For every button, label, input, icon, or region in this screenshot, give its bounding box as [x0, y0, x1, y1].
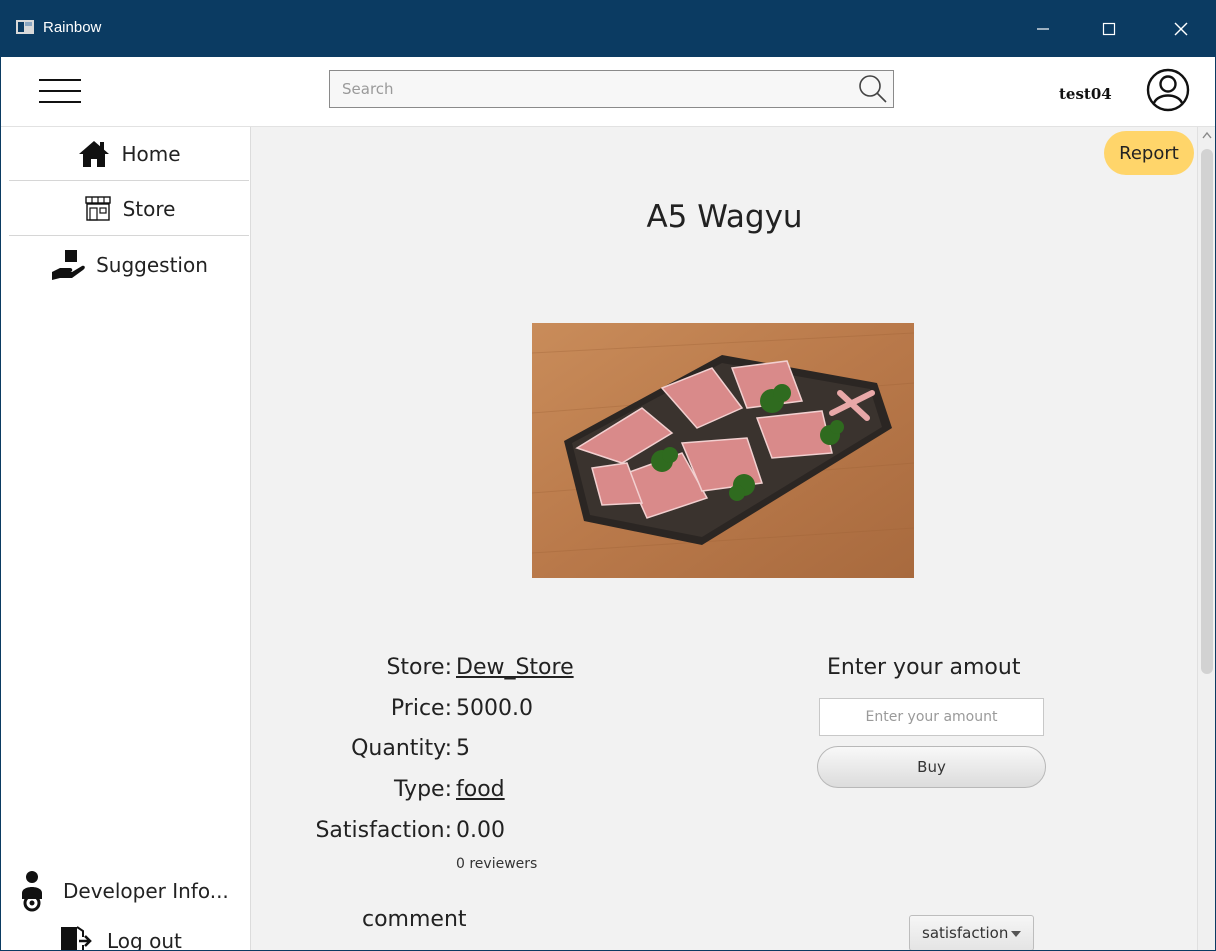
app-icon [16, 20, 34, 34]
app-window: Rainbow test04 [0, 0, 1216, 951]
top-bar: test04 [1, 57, 1215, 127]
sidebar-item-label: Home [121, 141, 181, 166]
user-avatar-icon[interactable] [1145, 67, 1191, 113]
close-button[interactable] [1152, 1, 1210, 57]
hamburger-icon [39, 79, 81, 81]
sort-select[interactable]: satisfaction [909, 915, 1034, 950]
hand-gift-icon [52, 250, 85, 280]
report-button[interactable]: Report [1104, 131, 1194, 175]
close-icon [1174, 22, 1188, 36]
username-label: test04 [1059, 85, 1112, 103]
sidebar-item-home[interactable]: Home [9, 127, 249, 181]
developer-icon [22, 871, 42, 912]
scrollbar-thumb[interactable] [1201, 149, 1213, 674]
price-label: Price: [390, 696, 452, 721]
product-title: A5 Wagyu [646, 199, 803, 235]
sidebar-item-label: Store [122, 196, 176, 221]
logout-label: Log out [107, 929, 182, 951]
minimize-button[interactable] [1014, 1, 1072, 57]
maximize-icon [1102, 22, 1116, 36]
price-value: 5000.0 [456, 696, 533, 721]
amount-input[interactable] [819, 698, 1044, 736]
scroll-up-icon[interactable] [1198, 127, 1216, 145]
buy-button[interactable]: Buy [817, 746, 1046, 788]
logout-button[interactable]: Log out [15, 917, 251, 951]
sidebar-item-developer-info[interactable]: Developer Info... [15, 867, 251, 915]
comment-label: comment [362, 907, 467, 932]
maximize-button[interactable] [1080, 1, 1138, 57]
window-title: Rainbow [43, 19, 102, 36]
search-box [329, 70, 894, 108]
home-icon [79, 140, 110, 167]
store-icon [84, 195, 111, 221]
satisfaction-value: 0.00 [456, 818, 505, 843]
product-detail-panel: Report A5 Wagyu Store: Dew_Store Price: … [252, 127, 1197, 950]
type-link[interactable]: food [456, 777, 505, 802]
logout-icon [61, 926, 92, 950]
satisfaction-label: Satisfaction: [315, 818, 452, 843]
quantity-value: 5 [456, 736, 470, 761]
amount-title: Enter your amout [827, 655, 1021, 680]
title-bar: Rainbow [1, 1, 1215, 57]
sidebar-item-store[interactable]: Store [9, 182, 249, 236]
developer-info-label: Developer Info... [63, 879, 229, 903]
reviewers-count: 0 reviewers [456, 856, 538, 872]
search-icon[interactable] [857, 73, 889, 105]
type-label: Type: [394, 777, 452, 802]
sidebar: Home Store Suggestion Developer Info... … [1, 127, 251, 951]
menu-toggle-button[interactable] [39, 79, 81, 109]
minimize-icon [1037, 28, 1049, 30]
product-image [532, 323, 914, 578]
sidebar-item-suggestion[interactable]: Suggestion [9, 238, 249, 292]
store-label: Store: [386, 655, 452, 680]
sort-select-value: satisfaction [922, 924, 1009, 942]
search-input[interactable] [330, 71, 850, 107]
store-link[interactable]: Dew_Store [456, 655, 574, 680]
sidebar-item-label: Suggestion [96, 253, 208, 277]
chevron-down-icon [1011, 931, 1021, 937]
vertical-scrollbar[interactable] [1197, 127, 1216, 950]
quantity-label: Quantity: [351, 736, 452, 761]
